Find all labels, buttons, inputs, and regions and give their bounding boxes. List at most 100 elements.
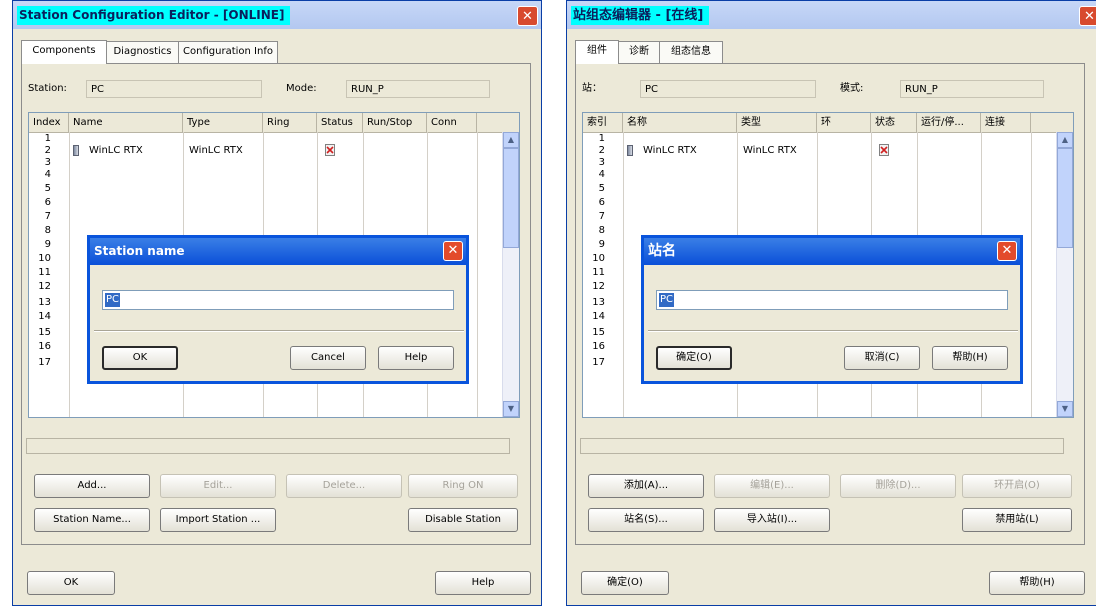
station-name-button[interactable]: 站名(S)... — [588, 508, 704, 532]
row-index: 11 — [592, 267, 605, 278]
tab-components[interactable]: 组件 — [575, 40, 619, 64]
left-window-title: Station Configuration Editor - [ONLINE] — [17, 6, 291, 25]
col-name[interactable]: 名称 — [623, 113, 737, 132]
delete-button[interactable]: 删除(D)... — [840, 474, 956, 498]
row-index: 15 — [592, 327, 605, 338]
row-type: WinLC RTX — [189, 145, 243, 156]
col-type[interactable]: Type — [183, 113, 263, 132]
dialog-ok-button[interactable]: OK — [102, 346, 178, 370]
col-spacer — [1031, 113, 1059, 132]
close-icon: ✕ — [1001, 243, 1013, 258]
tab-components[interactable]: Components — [21, 40, 107, 64]
dialog-ok-button[interactable]: 确定(O) — [656, 346, 732, 370]
left-close-button[interactable]: ✕ — [517, 6, 538, 26]
scroll-thumb[interactable] — [1057, 148, 1073, 248]
import-station-button[interactable]: Import Station ... — [160, 508, 276, 532]
station-name-button[interactable]: Station Name... — [34, 508, 150, 532]
scroll-up-icon[interactable]: ▲ — [1057, 132, 1073, 148]
col-spacer — [477, 113, 505, 132]
add-button[interactable]: Add... — [34, 474, 150, 498]
col-ring[interactable]: 环 — [817, 113, 871, 132]
table-header: 索引 名称 类型 环 状态 运行/停... 连接 — [583, 113, 1073, 133]
grid-line — [623, 132, 624, 417]
row-index: 1 — [44, 133, 51, 144]
dialog-title: Station name — [90, 238, 466, 265]
row-index: 5 — [598, 183, 605, 194]
mode-label: Mode: — [286, 83, 317, 94]
dialog-separator — [94, 330, 464, 332]
dialog-help-button[interactable]: 帮助(H) — [932, 346, 1008, 370]
col-index[interactable]: 索引 — [583, 113, 623, 132]
col-status[interactable]: Status — [317, 113, 363, 132]
station-name-input[interactable]: PC — [102, 290, 454, 310]
row-index: 17 — [38, 357, 51, 368]
dialog-cancel-button[interactable]: 取消(C) — [844, 346, 920, 370]
col-conn[interactable]: Conn — [427, 113, 477, 132]
left-titlebar: Station Configuration Editor - [ONLINE] … — [13, 1, 541, 29]
add-button[interactable]: 添加(A)... — [588, 474, 704, 498]
row-index: 3 — [598, 157, 605, 168]
col-type[interactable]: 类型 — [737, 113, 817, 132]
plc-module-icon — [73, 145, 79, 156]
dialog-close-button[interactable]: ✕ — [443, 241, 463, 261]
import-station-button[interactable]: 导入站(I)... — [714, 508, 830, 532]
ring-on-button[interactable]: 环开启(O) — [962, 474, 1072, 498]
station-name-dialog: 站名 ✕ PC 确定(O) 取消(C) 帮助(H) — [641, 235, 1023, 384]
col-status[interactable]: 状态 — [871, 113, 917, 132]
help-button[interactable]: 帮助(H) — [989, 571, 1085, 595]
col-name[interactable]: Name — [69, 113, 183, 132]
scroll-down-icon[interactable]: ▼ — [503, 401, 519, 417]
row-type: WinLC RTX — [743, 145, 797, 156]
dialog-separator — [648, 330, 1018, 332]
station-label: 站： — [582, 83, 602, 94]
row-index: 1 — [598, 133, 605, 144]
row-index: 6 — [598, 197, 605, 208]
row-index: 14 — [592, 311, 605, 322]
tab-diagnostics[interactable]: 诊断 — [618, 41, 660, 63]
grid-line — [1031, 132, 1032, 417]
row-index: 9 — [598, 239, 605, 250]
row-index: 16 — [38, 341, 51, 352]
station-label: Station: — [28, 83, 67, 94]
scroll-up-icon[interactable]: ▲ — [503, 132, 519, 148]
row-index: 4 — [44, 169, 51, 180]
table-vertical-scrollbar[interactable]: ▲ ▼ — [1056, 132, 1073, 417]
dialog-close-button[interactable]: ✕ — [997, 241, 1017, 261]
tab-configuration-info[interactable]: 组态信息 — [659, 41, 723, 63]
row-index: 8 — [44, 225, 51, 236]
status-bar — [580, 438, 1064, 454]
col-ring[interactable]: Ring — [263, 113, 317, 132]
ok-button[interactable]: OK — [27, 571, 115, 595]
col-conn[interactable]: 连接 — [981, 113, 1031, 132]
station-name-input[interactable]: PC — [656, 290, 1008, 310]
edit-button[interactable]: Edit... — [160, 474, 276, 498]
row-index: 17 — [592, 357, 605, 368]
dialog-help-button[interactable]: Help — [378, 346, 454, 370]
dialog-cancel-button[interactable]: Cancel — [290, 346, 366, 370]
tab-configuration-info[interactable]: Configuration Info — [178, 41, 278, 63]
row-index: 16 — [592, 341, 605, 352]
delete-button[interactable]: Delete... — [286, 474, 402, 498]
row-index: 5 — [44, 183, 51, 194]
right-close-button[interactable]: ✕ — [1079, 6, 1096, 26]
dialog-title: 站名 — [644, 238, 1020, 265]
disable-station-button[interactable]: 禁用站(L) — [962, 508, 1072, 532]
disable-station-button[interactable]: Disable Station — [408, 508, 518, 532]
col-run-stop[interactable]: 运行/停... — [917, 113, 981, 132]
help-button[interactable]: Help — [435, 571, 531, 595]
tab-diagnostics[interactable]: Diagnostics — [106, 41, 179, 63]
status-bar — [26, 438, 510, 454]
ok-button[interactable]: 确定(O) — [581, 571, 669, 595]
close-icon: ✕ — [447, 243, 459, 258]
scroll-down-icon[interactable]: ▼ — [1057, 401, 1073, 417]
row-index: 13 — [592, 297, 605, 308]
close-icon: ✕ — [522, 9, 533, 24]
ring-on-button[interactable]: Ring ON — [408, 474, 518, 498]
scroll-thumb[interactable] — [503, 148, 519, 248]
row-index: 3 — [44, 157, 51, 168]
table-vertical-scrollbar[interactable]: ▲ ▼ — [502, 132, 519, 417]
col-index[interactable]: Index — [29, 113, 69, 132]
col-run-stop[interactable]: Run/Stop — [363, 113, 427, 132]
row-index: 2 — [44, 145, 51, 156]
edit-button[interactable]: 编辑(E)... — [714, 474, 830, 498]
